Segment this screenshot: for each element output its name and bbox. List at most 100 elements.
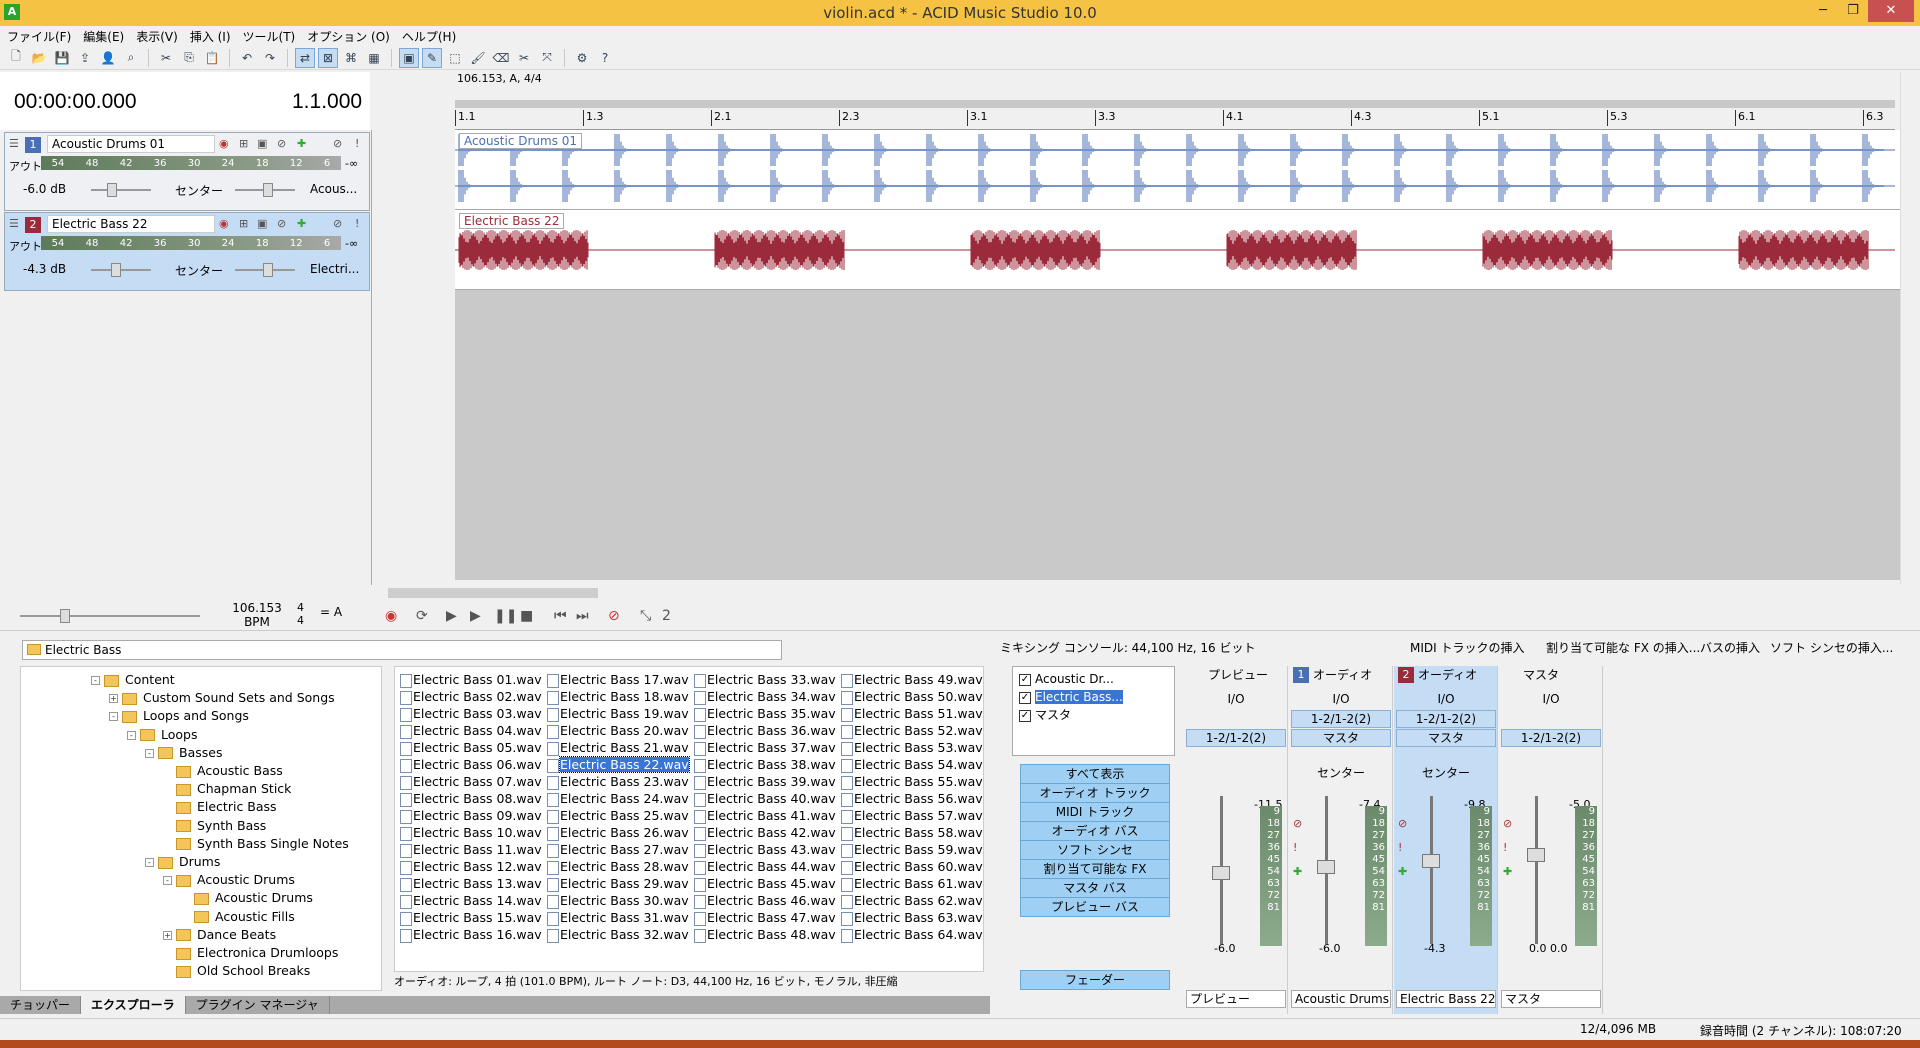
file-item[interactable]: Electric Bass 20.wav [544,722,689,739]
envelope-lock-icon[interactable]: ⌘ [341,48,361,68]
pan-slider[interactable] [235,183,295,197]
track-view[interactable]: Acoustic Drums 01 Electric Bass 22 [455,130,1900,580]
grid-icon[interactable]: ▦ [364,48,384,68]
mixer-strip[interactable]: 1 オーディオ I/O 1-2/1-2(2) マスタ センター ⊘! ✚ -7.4 9 18 27… [1289,666,1393,1014]
output-routing[interactable]: マスタ [1291,729,1391,747]
menu-view[interactable]: 表示(V) [133,28,187,45]
automation-icon[interactable]: ✚ [1398,860,1407,884]
file-item[interactable]: Electric Bass 30.wav [544,892,689,909]
ruler-ticks[interactable]: 1.1 1.3 2.1 2.3 3.1 3.3 4.1 4.3 5.1 5.3 6.1 6.3 [455,110,1895,130]
file-item[interactable]: Electric Bass 55.wav [838,773,983,790]
expand-icon[interactable]: + [163,930,172,940]
file-item[interactable]: Electric Bass 59.wav [838,841,983,858]
file-item[interactable]: Electric Bass 19.wav [544,705,689,722]
file-item[interactable]: Electric Bass 17.wav [544,671,689,688]
menu-options[interactable]: オプション (O) [304,28,399,45]
help-pointer-icon[interactable]: ? [595,48,615,68]
file-item[interactable]: Electric Bass 18.wav [544,688,689,705]
undo-icon[interactable]: ↶ [237,48,257,68]
menu-insert[interactable]: 挿入 (I) [187,28,240,45]
solo-icon[interactable]: ! [355,137,359,150]
mixer-strip[interactable]: 2 オーディオ I/O 1-2/1-2(2) マスタ センター ⊘! ✚ -9.8 9 18 27… [1394,666,1498,1014]
file-item[interactable]: Electric Bass 34.wav [691,688,836,705]
volume-slider[interactable] [91,183,151,197]
metronome-icon[interactable]: ⊘ [608,608,620,624]
track-device[interactable]: Electri... [310,262,359,276]
clip-label[interactable]: Electric Bass 22 [459,213,565,229]
tree-node[interactable]: + Custom Sound Sets and Songs [109,689,335,707]
new-file-icon[interactable]: 🗋 [6,48,26,68]
file-item[interactable]: Electric Bass 08.wav [397,790,542,807]
pan-slider[interactable] [235,263,295,277]
pause-icon[interactable]: ❚❚ [494,608,517,624]
select-tool-icon[interactable]: ⬚ [445,48,465,68]
tree-node[interactable]: Electronica Drumloops [163,944,338,962]
file-item[interactable]: Electric Bass 25.wav [544,807,689,824]
file-item[interactable]: Electric Bass 50.wav [838,688,983,705]
solo-icon[interactable]: ! [355,217,359,230]
redo-icon[interactable]: ↷ [260,48,280,68]
input-routing[interactable]: 1-2/1-2(2) [1291,710,1391,728]
paint-tool-icon[interactable]: 🖌 [468,48,488,68]
input-routing[interactable]: 1-2/1-2(2) [1396,710,1496,728]
fader-thumb[interactable] [1422,854,1440,868]
mixer-view-button[interactable]: すべて表示 [1020,764,1170,784]
tree-node[interactable]: Electric Bass [163,798,277,816]
file-item[interactable]: Electric Bass 52.wav [838,722,983,739]
file-item[interactable]: Electric Bass 14.wav [397,892,542,909]
file-item[interactable]: Electric Bass 57.wav [838,807,983,824]
mute-icon[interactable]: ⊘ [333,217,342,230]
channel-item[interactable]: ✓ Acoustic Dr... [1019,671,1114,687]
paste-icon[interactable]: 📋 [202,48,222,68]
track-device[interactable]: Acous... [310,182,357,196]
file-item[interactable]: Electric Bass 33.wav [691,671,836,688]
file-item[interactable]: Electric Bass 12.wav [397,858,542,875]
close-icon[interactable]: ✕ [1868,0,1914,22]
automation-icon[interactable]: ✚ [1293,860,1302,884]
draw-tool-icon[interactable]: ✎ [422,47,442,68]
file-item[interactable]: Electric Bass 60.wav [838,858,983,875]
file-item[interactable]: Electric Bass 35.wav [691,705,836,722]
tree-node[interactable]: - Drums [145,853,220,871]
file-item[interactable]: Electric Bass 06.wav [397,756,542,773]
expand-icon[interactable]: - [109,712,118,722]
track-header-2[interactable]: ☰ 2 Electric Bass 22 ◉ ⊞ ▣ ⊘ ✚ ⊘ ! アウト 5… [4,212,370,291]
stop-icon[interactable]: ■ [520,608,533,624]
audio-lane-1[interactable]: Acoustic Drums 01 [455,130,1900,210]
file-item[interactable]: Electric Bass 39.wav [691,773,836,790]
file-item[interactable]: Electric Bass 28.wav [544,858,689,875]
key-value[interactable]: = A [320,605,342,619]
file-item[interactable]: Electric Bass 40.wav [691,790,836,807]
file-item[interactable]: Electric Bass 51.wav [838,705,983,722]
solo-icon[interactable]: ! [1398,836,1407,860]
file-item[interactable]: Electric Bass 54.wav [838,756,983,773]
tree-node[interactable]: - Basses [145,744,222,762]
track-header-1[interactable]: ☰ 1 Acoustic Drums 01 ◉ ⊞ ▣ ⊘ ✚ ⊘ ! アウト … [4,132,370,211]
horizontal-scrollbar[interactable] [380,585,1905,601]
track-name-field[interactable]: Electric Bass 22 [47,215,215,233]
expand-icon[interactable]: - [127,730,136,740]
vertical-scrollbar[interactable] [1900,72,1920,584]
tab-chopper[interactable]: チョッパー [0,996,82,1014]
track-fx-icon[interactable]: ▣ [257,217,267,230]
tree-node[interactable]: Old School Breaks [163,962,310,980]
track-expand-icon[interactable]: ☰ [9,137,19,150]
file-item[interactable]: Electric Bass 23.wav [544,773,689,790]
mute-icon[interactable]: ⊘ [1398,812,1407,836]
tree-node[interactable]: Chapman Stick [163,780,291,798]
tree-node[interactable]: - Content [91,671,175,689]
file-item[interactable]: Electric Bass 64.wav [838,926,983,943]
timeline-ruler[interactable]: 106.153, A, 4/4 1.1 1.3 2.1 2.3 3.1 3.3 4.1 4.3… [455,72,1900,130]
cut-icon[interactable]: ✂ [156,48,176,68]
fader-thumb[interactable] [1317,860,1335,874]
fx-icon[interactable]: ⊞ [239,217,248,230]
file-item[interactable]: Electric Bass 45.wav [691,875,836,892]
open-folder-icon[interactable]: 📂 [29,48,49,68]
snap-icon[interactable]: ⊠ [318,47,338,68]
publish-icon[interactable]: ⇪ [75,48,95,68]
insert-bus-button[interactable]: バスの挿入 [1700,638,1760,658]
file-item[interactable]: Electric Bass 48.wav [691,926,836,943]
volume-fader[interactable] [1430,796,1433,944]
save-icon[interactable]: 💾 [52,48,72,68]
channel-list[interactable]: ✓ Acoustic Dr... ✓ Electric Bass... ✓ マスタ [1012,666,1175,756]
